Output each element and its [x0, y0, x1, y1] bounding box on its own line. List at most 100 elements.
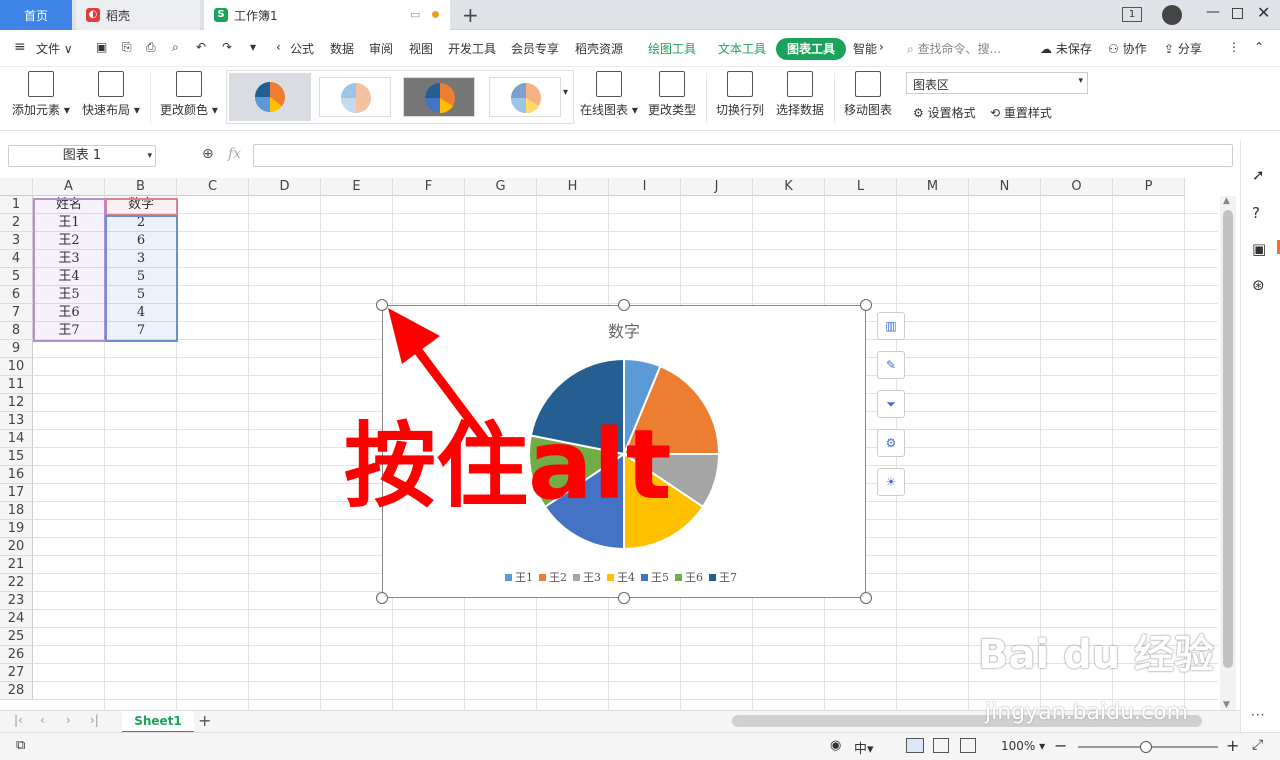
legend-item[interactable]: 王7 — [709, 571, 737, 584]
select-data-button[interactable]: 选择数据 — [776, 71, 824, 118]
share-button[interactable]: ⇪ 分享 — [1164, 40, 1202, 57]
column-header-j[interactable]: J — [681, 178, 753, 196]
tab-home[interactable]: 首页 — [0, 0, 72, 30]
row-header-15[interactable]: 15 — [0, 448, 33, 466]
legend-item[interactable]: 王4 — [607, 571, 635, 584]
column-header-h[interactable]: H — [537, 178, 609, 196]
zoom-out-button[interactable]: − — [1054, 736, 1067, 755]
hamburger-icon[interactable]: ≡ — [14, 39, 26, 55]
quick-access-dropdown-icon[interactable]: ▾ — [250, 40, 256, 54]
legend-item[interactable]: 王1 — [505, 571, 533, 584]
row-header-2[interactable]: 2 — [0, 214, 33, 232]
resize-handle-top[interactable] — [618, 299, 630, 311]
chart-filter-button[interactable]: ⏷ — [877, 390, 905, 418]
row-header-12[interactable]: 12 — [0, 394, 33, 412]
row-header-20[interactable]: 20 — [0, 538, 33, 556]
row-header-6[interactable]: 6 — [0, 286, 33, 304]
row-header-8[interactable]: 8 — [0, 322, 33, 340]
chart-legend[interactable]: 王1 王2 王3 王4 王5 王6 王7 — [383, 569, 865, 585]
column-header-f[interactable]: F — [393, 178, 465, 196]
column-header-a[interactable]: A — [33, 178, 105, 196]
column-header-m[interactable]: M — [897, 178, 969, 196]
menu-data[interactable]: 数据 — [330, 40, 354, 57]
menu-smart[interactable]: 智能 — [853, 40, 877, 57]
row-header-10[interactable]: 10 — [0, 358, 33, 376]
add-sheet-button[interactable]: + — [198, 711, 211, 730]
save-icon[interactable]: ▣ — [96, 40, 107, 54]
menu-text-tools[interactable]: 文本工具 — [718, 40, 766, 57]
first-sheet-icon[interactable]: |‹ — [14, 713, 23, 727]
chart-elements-button[interactable]: ▥ — [877, 312, 905, 340]
more-options-icon[interactable]: ⋮ — [1228, 40, 1240, 54]
tab-workbook[interactable]: S 工作簿1 ▭ — [204, 0, 450, 30]
export-icon[interactable]: ⎘ — [122, 40, 132, 55]
window-count-icon[interactable]: 1 — [1122, 7, 1142, 22]
minimize-icon[interactable]: — — [1206, 4, 1220, 20]
zoom-level[interactable]: 100% ▾ — [1001, 739, 1045, 753]
scroll-up-icon[interactable]: ▲ — [1223, 196, 1230, 206]
chart-style-3[interactable] — [403, 77, 475, 117]
eye-protect-icon[interactable]: ◉ — [830, 738, 841, 753]
row-header-28[interactable]: 28 — [0, 682, 33, 700]
scroll-down-icon[interactable]: ▼ — [1223, 700, 1230, 710]
row-header-22[interactable]: 22 — [0, 574, 33, 592]
new-tab-button[interactable]: + — [462, 3, 479, 27]
change-color-button[interactable]: 更改颜色 ▾ — [160, 71, 218, 118]
column-header-o[interactable]: O — [1041, 178, 1113, 196]
set-format-button[interactable]: ⚙ 设置格式 — [913, 104, 976, 121]
row-header-3[interactable]: 3 — [0, 232, 33, 250]
fx-icon[interactable]: fx — [228, 146, 241, 162]
vertical-scrollbar[interactable]: ▲ ▼ — [1220, 196, 1236, 710]
collapse-ribbon-icon[interactable]: ⌃ — [1254, 40, 1264, 54]
legend-item[interactable]: 王6 — [675, 571, 703, 584]
chart-smart-button[interactable]: ☀ — [877, 468, 905, 496]
select-cursor-icon[interactable]: ➚ — [1252, 166, 1265, 184]
column-header-d[interactable]: D — [249, 178, 321, 196]
menu-file[interactable]: 文件 ∨ — [36, 40, 73, 57]
undo-icon[interactable]: ↶ — [196, 40, 206, 54]
page-break-view-icon[interactable] — [960, 738, 976, 753]
row-header-13[interactable]: 13 — [0, 412, 33, 430]
help-icon[interactable]: ? — [1252, 204, 1260, 222]
row-header-1[interactable]: 1 — [0, 196, 33, 214]
row-header-9[interactable]: 9 — [0, 340, 33, 358]
row-header-19[interactable]: 19 — [0, 520, 33, 538]
print-icon[interactable]: ⎙ — [146, 40, 156, 55]
row-header-7[interactable]: 7 — [0, 304, 33, 322]
location-icon[interactable]: ⊛ — [1252, 276, 1265, 294]
add-element-button[interactable]: 添加元素 ▾ — [12, 71, 70, 118]
row-header-24[interactable]: 24 — [0, 610, 33, 628]
switch-row-col-button[interactable]: 切换行列 — [716, 71, 764, 118]
menu-view[interactable]: 视图 — [409, 40, 433, 57]
prev-sheet-icon[interactable]: ‹ — [40, 713, 45, 727]
menu-draw-tools[interactable]: 绘图工具 — [648, 40, 696, 57]
column-header-n[interactable]: N — [969, 178, 1041, 196]
last-sheet-icon[interactable]: ›| — [90, 713, 99, 727]
row-header-4[interactable]: 4 — [0, 250, 33, 268]
row-header-25[interactable]: 25 — [0, 628, 33, 646]
online-chart-button[interactable]: 在线图表 ▾ — [580, 71, 638, 118]
gallery-more-icon[interactable]: ▾ — [563, 87, 568, 98]
chart-style-4[interactable] — [489, 77, 561, 117]
legend-item[interactable]: 王3 — [573, 571, 601, 584]
column-header-e[interactable]: E — [321, 178, 393, 196]
sheet-tab-sheet1[interactable]: Sheet1 — [122, 711, 194, 733]
redo-icon[interactable]: ↷ — [222, 40, 232, 54]
menu-member[interactable]: 会员专享 — [511, 40, 559, 57]
user-avatar[interactable] — [1162, 5, 1182, 25]
input-method-icon[interactable]: 中▾ — [854, 738, 874, 757]
move-chart-button[interactable]: 移动图表 — [844, 71, 892, 118]
menu-scroll-right-icon[interactable]: › — [879, 40, 884, 54]
tab-daoke[interactable]: ◐ 稻壳 — [76, 0, 200, 30]
menu-developer[interactable]: 开发工具 — [448, 40, 496, 57]
row-header-5[interactable]: 5 — [0, 268, 33, 286]
row-header-17[interactable]: 17 — [0, 484, 33, 502]
row-header-11[interactable]: 11 — [0, 376, 33, 394]
column-header-i[interactable]: I — [609, 178, 681, 196]
legend-item[interactable]: 王5 — [641, 571, 669, 584]
unsaved-button[interactable]: ☁ 未保存 — [1040, 40, 1092, 57]
menu-formula[interactable]: 公式 — [290, 40, 314, 57]
resize-handle-bottom-left[interactable] — [376, 592, 388, 604]
column-header-p[interactable]: P — [1113, 178, 1185, 196]
restore-icon[interactable] — [1232, 8, 1243, 19]
